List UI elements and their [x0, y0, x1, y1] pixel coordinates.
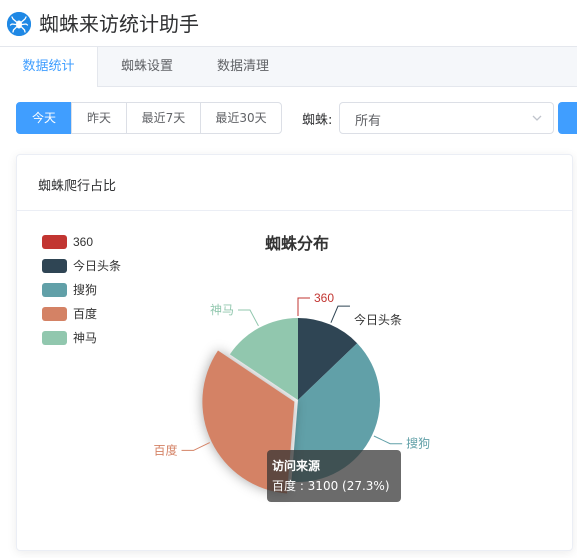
spider-select[interactable]: 所有: [339, 102, 554, 134]
legend-swatch-2[interactable]: [42, 283, 67, 297]
tooltip-title: 访问来源: [272, 459, 321, 473]
legend-swatch-4[interactable]: [42, 331, 67, 345]
legend-label-0[interactable]: 360: [73, 235, 93, 249]
legend-label-2[interactable]: 搜狗: [73, 282, 97, 297]
spider-logo-icon: [7, 12, 31, 36]
range-yesterday-button[interactable]: 昨天: [71, 102, 127, 134]
range-today-button[interactable]: 今天: [16, 102, 72, 134]
range-7days-button[interactable]: 最近7天: [126, 102, 201, 134]
pie-label-2: 搜狗: [406, 436, 430, 451]
pie-label-3: 百度: [154, 442, 178, 457]
legend-swatch-3[interactable]: [42, 307, 67, 321]
app-header: 蜘蛛来访统计助手: [0, 0, 577, 47]
pie-label-line-2: [373, 435, 403, 445]
tab-bar: 数据统计 蜘蛛设置 数据清理: [0, 47, 577, 88]
spider-select-value: 所有: [355, 114, 382, 129]
chart-tooltip: 访问来源 百度 : 3100 (27.3%): [267, 450, 401, 502]
legend-label-4[interactable]: 神马: [73, 331, 97, 345]
pie-label-line-3: [181, 442, 210, 451]
app-title: 蜘蛛来访统计助手: [39, 12, 199, 36]
tooltip-text: 百度 : 3100 (27.3%): [272, 479, 390, 493]
spider-filter-label: 蜘蛛:: [302, 113, 333, 128]
pie-label-4: 神马: [210, 303, 234, 317]
tab-spider-settings[interactable]: 蜘蛛设置: [98, 47, 196, 87]
range-30days-button[interactable]: 最近30天: [200, 102, 282, 134]
date-range-group: 今天 昨天 最近7天 最近30天: [16, 102, 282, 134]
legend-label-3[interactable]: 百度: [73, 306, 97, 321]
tab-data-cleanup[interactable]: 数据清理: [196, 47, 290, 87]
pie-label-line-0: [297, 297, 310, 316]
pie-label-line-1: [330, 305, 350, 323]
tab-statistics[interactable]: 数据统计: [0, 47, 98, 88]
pie-label-line-4: [237, 309, 259, 327]
legend-swatch-0[interactable]: [42, 235, 67, 249]
chevron-down-icon: [531, 112, 543, 124]
legend-swatch-1[interactable]: [42, 259, 67, 273]
chart-legend: 360 今日头条搜狗百度神马: [42, 235, 121, 345]
query-button[interactable]: [558, 102, 577, 134]
card-title: 蜘蛛爬行占比: [38, 179, 117, 194]
filter-toolbar: 今天 昨天 最近7天 最近30天 蜘蛛: 所有: [0, 87, 577, 153]
chart-card: 蜘蛛爬行占比 蜘蛛分布 360 今日头条 搜狗 百度 神马 360 今日头条 搜狗 百度 神马 …: [16, 154, 573, 551]
chart-title: 蜘蛛分布: [265, 234, 329, 253]
card-header: 蜘蛛爬行占比: [17, 155, 572, 211]
pie-label-0: 360: [314, 291, 334, 305]
legend-label-1[interactable]: 今日头条: [73, 258, 121, 273]
pie-label-1: 今日头条: [354, 312, 402, 327]
